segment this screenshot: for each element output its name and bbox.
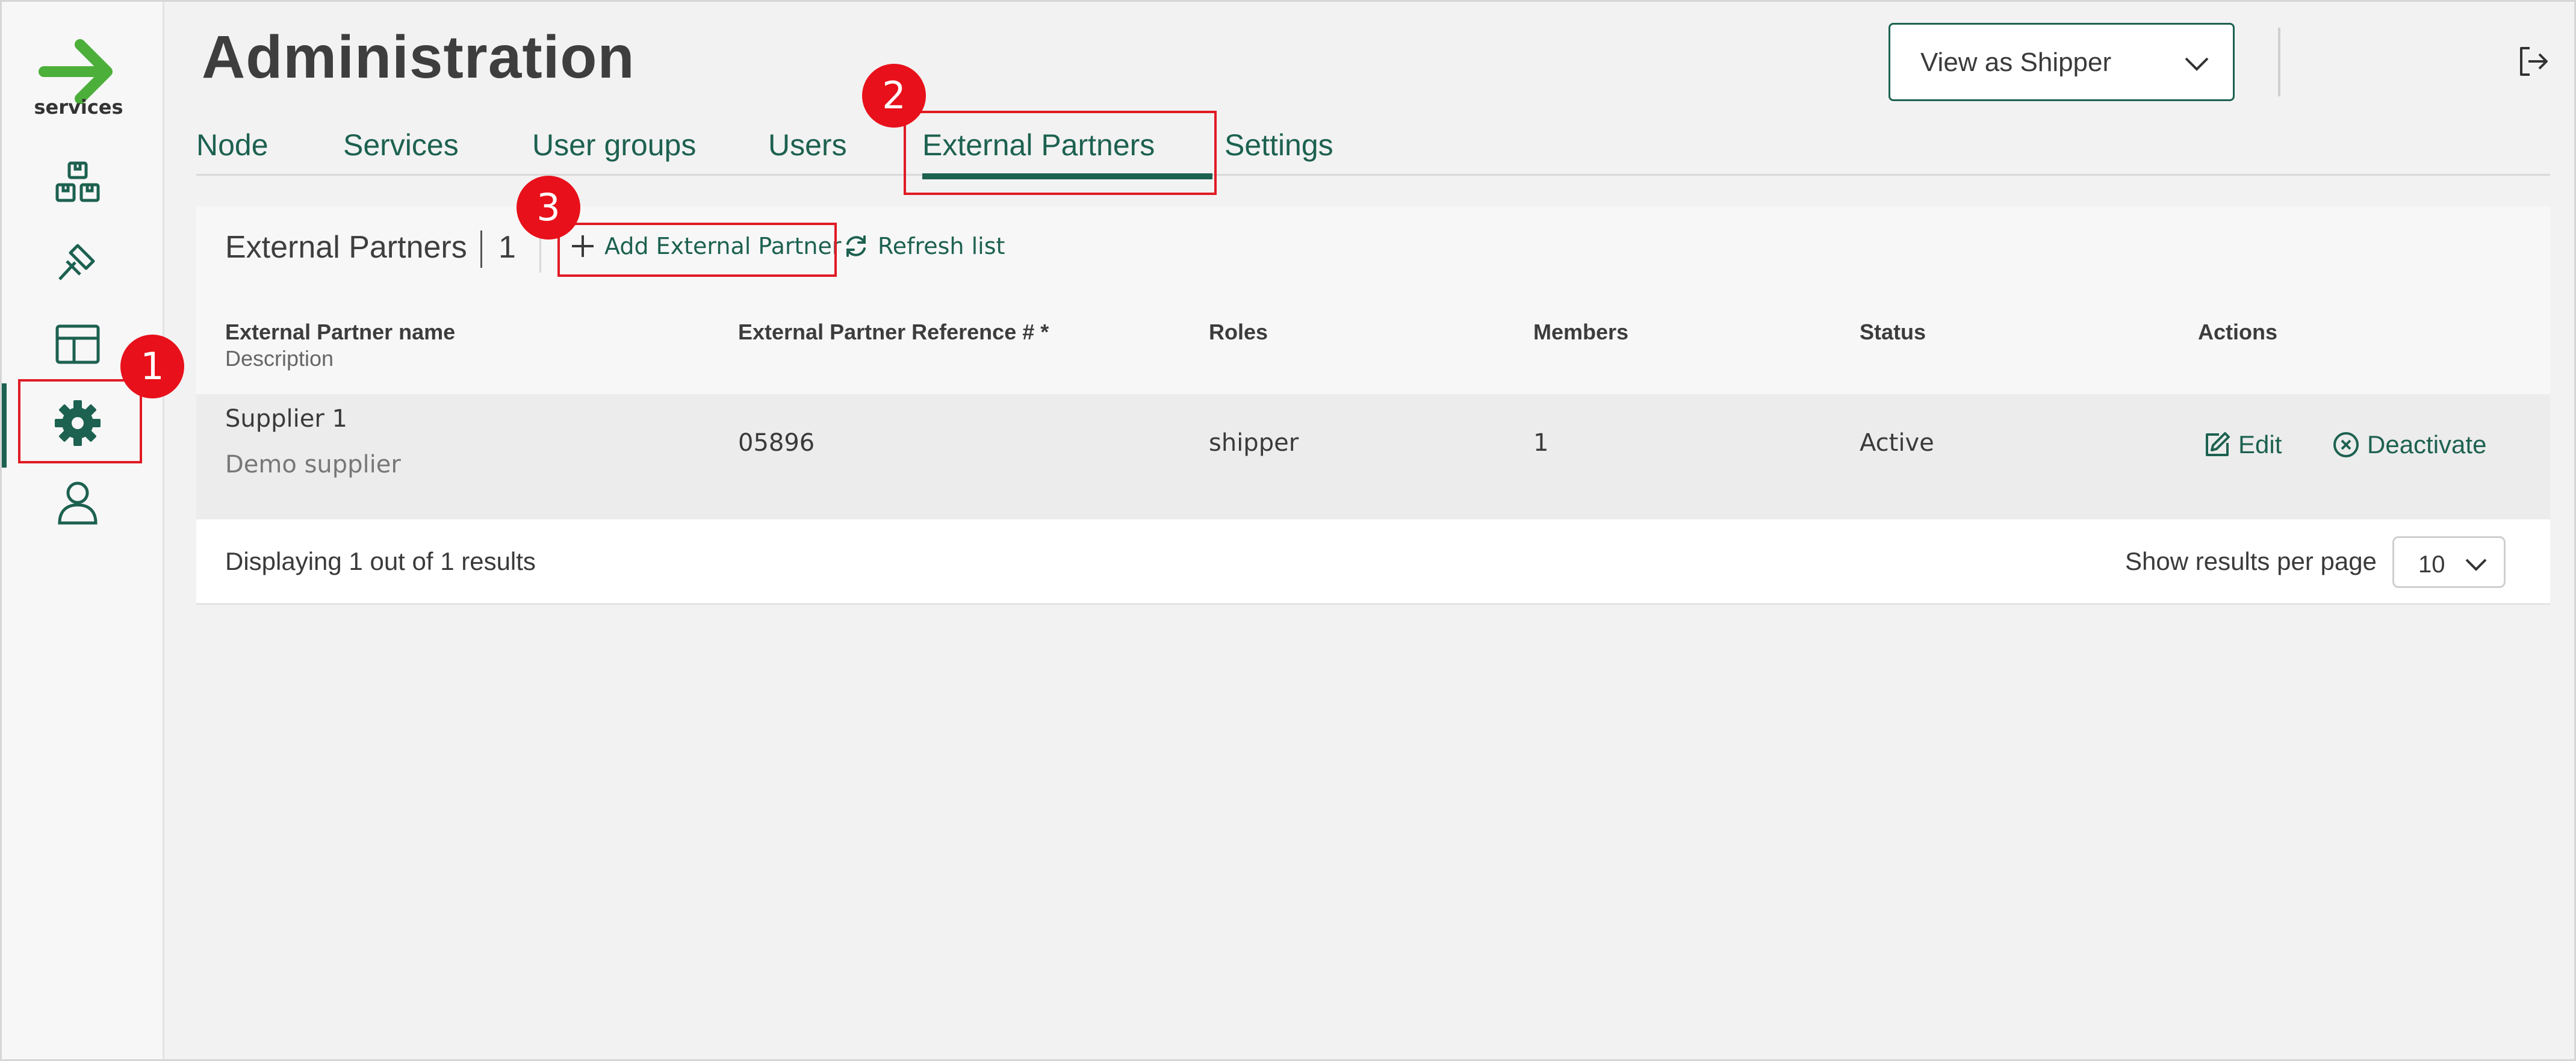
partner-description: Demo supplier: [225, 451, 401, 478]
panel-title: External Partners: [225, 230, 467, 265]
sidebar-item-boxes[interactable]: [2, 146, 164, 218]
results-summary: Displaying 1 out of 1 results: [225, 547, 536, 575]
step-badge-2: 2: [862, 64, 926, 128]
add-external-partner-button[interactable]: Add External Partner: [570, 228, 842, 264]
logout-icon[interactable]: [2516, 45, 2550, 78]
step-badge-1: 1: [120, 335, 184, 398]
admin-tabs: Node Services User groups Users External…: [196, 120, 2550, 179]
active-indicator: [2, 383, 7, 468]
col-header-status[interactable]: Status: [1860, 320, 1926, 345]
col-header-description: Description: [225, 346, 334, 371]
view-as-select[interactable]: View as Shipper: [1889, 23, 2235, 101]
layout-icon: [55, 324, 100, 364]
edit-button[interactable]: Edit: [2203, 430, 2282, 459]
refresh-icon: [846, 235, 866, 257]
edit-icon: [2206, 432, 2230, 456]
col-header-roles[interactable]: Roles: [1209, 320, 1268, 345]
user-icon: [58, 481, 98, 525]
per-page-value: 10: [2418, 551, 2445, 578]
partner-reference: 05896: [738, 429, 815, 457]
circle-x-icon: [2333, 432, 2359, 457]
add-external-partner-label: Add External Partner: [604, 233, 842, 259]
tab-external-partners[interactable]: External Partners: [922, 128, 1213, 179]
tab-settings[interactable]: Settings: [1224, 128, 1333, 162]
step-badge-3: 3: [517, 176, 580, 240]
tab-users[interactable]: Users: [768, 128, 847, 162]
table-row: Supplier 1 Demo supplier 05896 shipper 1…: [196, 394, 2550, 519]
per-page-label: Show results per page: [2125, 547, 2377, 575]
pagination-footer: Displaying 1 out of 1 results Show resul…: [196, 519, 2550, 605]
col-header-reference[interactable]: External Partner Reference # *: [738, 320, 1049, 345]
deactivate-label: Deactivate: [2367, 430, 2487, 459]
sidebar-item-auction[interactable]: [2, 226, 164, 299]
tab-node[interactable]: Node: [196, 128, 268, 162]
chevron-down-icon: [2465, 558, 2487, 571]
view-as-select-value: View as Shipper: [1920, 48, 2112, 77]
partner-members: 1: [1533, 429, 1549, 457]
chevron-down-icon: [2185, 57, 2209, 71]
col-header-name[interactable]: External Partner name: [225, 320, 455, 345]
sidebar: services: [2, 2, 164, 1059]
gear-icon: [55, 400, 101, 446]
col-header-members[interactable]: Members: [1533, 320, 1628, 345]
partner-status: Active: [1860, 429, 1934, 457]
refresh-list-button[interactable]: Refresh list: [843, 228, 1005, 264]
tab-services[interactable]: Services: [343, 128, 459, 162]
logo-text: services: [34, 96, 123, 119]
refresh-list-label: Refresh list: [878, 233, 1005, 259]
col-header-actions: Actions: [2198, 320, 2278, 344]
page-title: Administration: [202, 23, 635, 91]
deactivate-button[interactable]: Deactivate: [2332, 430, 2486, 459]
partner-roles: shipper: [1209, 429, 1299, 457]
edit-label: Edit: [2238, 430, 2282, 459]
plus-icon: [572, 235, 594, 257]
boxes-icon: [55, 161, 100, 202]
gavel-icon: [58, 244, 95, 280]
per-page-select[interactable]: 10: [2392, 536, 2506, 588]
tab-user-groups[interactable]: User groups: [532, 128, 696, 162]
partner-name: Supplier 1: [225, 405, 347, 433]
header-divider: [2278, 28, 2280, 96]
sidebar-item-profile[interactable]: [2, 465, 164, 537]
title-separator: [480, 230, 482, 268]
partner-count: 1: [498, 230, 516, 265]
